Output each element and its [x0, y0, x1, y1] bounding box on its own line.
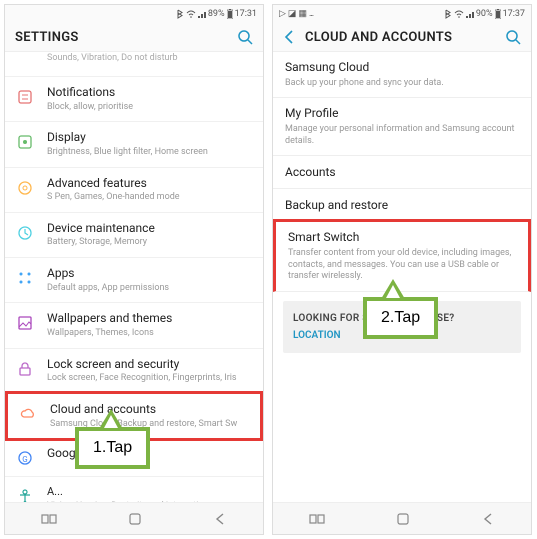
status-bar: 89% 17:31: [5, 5, 263, 21]
screen-settings: 89% 17:31 SETTINGS Sounds, Vibration, Do…: [4, 4, 264, 535]
search-icon[interactable]: [505, 29, 521, 45]
item-label: A...: [47, 485, 253, 499]
lock-icon: [15, 359, 35, 379]
search-icon[interactable]: [237, 29, 253, 45]
status-bar: ▷◪▦... 90% 17:37: [273, 5, 531, 21]
google-icon: G: [15, 448, 35, 468]
item-label: Notifications: [47, 85, 253, 101]
accessibility-icon: [15, 487, 35, 502]
status-left-icons: ▷◪▦...: [279, 9, 313, 19]
apps-icon: [15, 268, 35, 288]
item-sub: Back up your phone and sync your data.: [285, 78, 519, 90]
settings-item-notifications[interactable]: Notifications Block, allow, prioritise: [5, 77, 263, 122]
item-sub: Brightness, Blue light filter, Home scre…: [47, 147, 253, 159]
item-label: Display: [47, 130, 253, 146]
maintenance-icon: [15, 223, 35, 243]
page-title: CLOUD AND ACCOUNTS: [305, 30, 452, 45]
header: SETTINGS: [5, 21, 263, 52]
item-label: Lock screen and security: [47, 357, 253, 373]
advanced-icon: [15, 178, 35, 198]
cloud-icon: [18, 404, 38, 424]
clock-text: 17:31: [235, 9, 257, 19]
item-sub: Battery, Storage, Memory: [47, 237, 253, 249]
settings-item-accessibility[interactable]: A... Vision, Hearing, Dexterity and inte…: [5, 477, 263, 502]
item-backup-restore[interactable]: Backup and restore: [273, 189, 531, 222]
page-title: SETTINGS: [15, 30, 79, 45]
signal-icon: [198, 10, 206, 18]
recents-button[interactable]: [41, 513, 57, 525]
status-right: 89% 17:31: [176, 9, 257, 19]
item-label: Wallpapers and themes: [47, 311, 253, 327]
item-label: Smart Switch: [288, 230, 516, 246]
battery-text: 89%: [208, 9, 225, 19]
item-sub: Transfer content from your old device, i…: [288, 248, 516, 283]
battery-text: 90%: [476, 9, 493, 19]
battery-icon: [227, 9, 233, 19]
item-accounts[interactable]: Accounts: [273, 156, 531, 189]
signal-icon: [466, 10, 474, 18]
item-label: Device maintenance: [47, 221, 253, 237]
clock-text: 17:37: [503, 9, 525, 19]
callout-label: 1.Tap: [75, 427, 150, 469]
svg-text:G: G: [22, 455, 27, 464]
item-samsung-cloud[interactable]: Samsung Cloud Back up your phone and syn…: [273, 52, 531, 98]
item-sub: Wallpapers, Themes, Icons: [47, 328, 253, 340]
display-icon: [15, 132, 35, 152]
callout-tap-2: 2.Tap: [363, 297, 438, 339]
settings-item-sounds[interactable]: Sounds, Vibration, Do not disturb: [5, 52, 263, 77]
item-label: Apps: [47, 266, 253, 282]
item-label: Advanced features: [47, 176, 253, 192]
bluetooth-icon: [444, 9, 452, 19]
item-label: My Profile: [285, 106, 519, 122]
item-sub: Default apps, App permissions: [47, 283, 253, 295]
item-sub: Manage your personal information and Sam…: [285, 124, 519, 147]
callout-tap-1: 1.Tap: [75, 427, 150, 469]
back-button[interactable]: [213, 512, 227, 526]
home-button[interactable]: [396, 512, 410, 526]
item-sub: Block, allow, prioritise: [47, 102, 253, 114]
item-sub: Lock screen, Face Recognition, Fingerpri…: [47, 373, 253, 385]
nav-bar: [273, 502, 531, 534]
settings-item-advanced[interactable]: Advanced features S Pen, Games, One-hand…: [5, 168, 263, 213]
settings-item-maintenance[interactable]: Device maintenance Battery, Storage, Mem…: [5, 213, 263, 258]
settings-item-apps[interactable]: Apps Default apps, App permissions: [5, 258, 263, 303]
notifications-icon: [15, 87, 35, 107]
item-my-profile[interactable]: My Profile Manage your personal informat…: [273, 98, 531, 156]
item-label: Samsung Cloud: [285, 60, 519, 76]
wifi-icon: [454, 10, 464, 18]
recents-button[interactable]: [309, 513, 325, 525]
wallpaper-icon: [15, 313, 35, 333]
home-button[interactable]: [128, 512, 142, 526]
callout-label: 2.Tap: [363, 297, 438, 339]
cloud-accounts-list: Samsung Cloud Back up your phone and syn…: [273, 52, 531, 502]
item-sub: S Pen, Games, One-handed mode: [47, 192, 253, 204]
back-button[interactable]: [481, 512, 495, 526]
wifi-icon: [186, 10, 196, 18]
nav-bar: [5, 502, 263, 534]
battery-icon: [495, 9, 501, 19]
settings-item-wallpaper[interactable]: Wallpapers and themes Wallpapers, Themes…: [5, 303, 263, 348]
sounds-icon: [15, 54, 35, 74]
settings-item-display[interactable]: Display Brightness, Blue light filter, H…: [5, 122, 263, 167]
bluetooth-icon: [176, 9, 184, 19]
item-label: Cloud and accounts: [50, 402, 250, 418]
screen-cloud-accounts: ▷◪▦... 90% 17:37 CLOUD AND ACCOUNTS: [272, 4, 532, 535]
back-icon[interactable]: [283, 30, 295, 44]
settings-item-lockscreen[interactable]: Lock screen and security Lock screen, Fa…: [5, 349, 263, 394]
status-right: 90% 17:37: [444, 9, 525, 19]
header: CLOUD AND ACCOUNTS: [273, 21, 531, 52]
